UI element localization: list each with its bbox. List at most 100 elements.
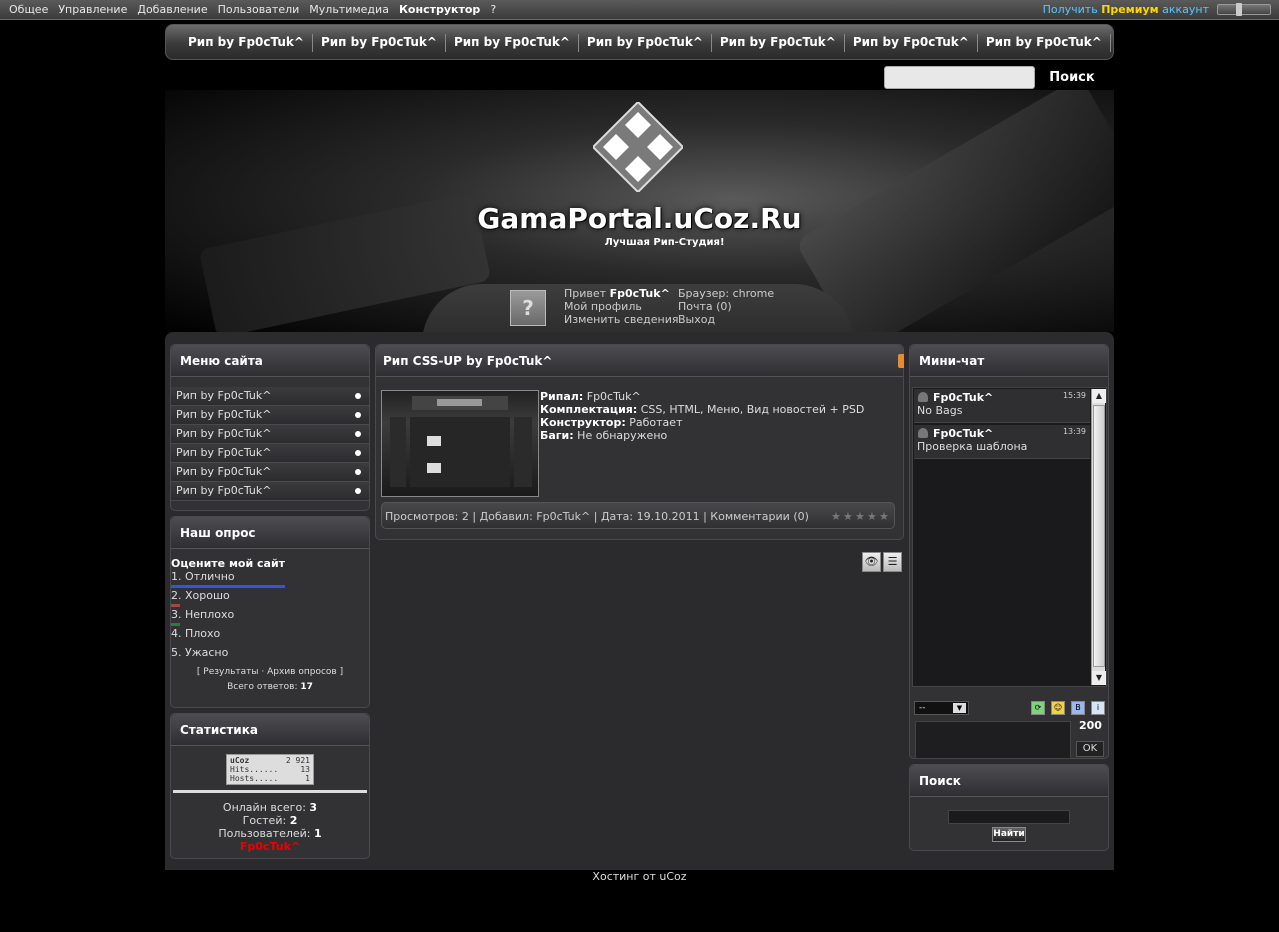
poll-archive-link[interactable]: Архив опросов (267, 667, 337, 677)
article-title[interactable]: Рип CSS-UP by Fp0cTuk^ (376, 345, 903, 377)
scroll-thumb[interactable] (1093, 405, 1105, 667)
star-icon[interactable]: ★ (831, 511, 841, 522)
list-icon[interactable]: ☰ (883, 552, 902, 572)
builder-label: Конструктор: (540, 416, 626, 429)
avatar[interactable]: ? (510, 290, 546, 326)
article-edit-icon[interactable] (898, 354, 904, 368)
chat-scrollbar[interactable]: ▲ ▼ (1091, 389, 1106, 685)
site-slogan: Лучшая Рип-Студия! (604, 237, 725, 248)
refresh-icon[interactable]: ⟳ (1031, 701, 1045, 715)
topnav-item-7[interactable]: Рип by Fp0cTuk^ (978, 34, 1111, 52)
counter-hosts: 1 (305, 774, 310, 783)
site-menu-item[interactable]: Рип by Fp0cTuk^ (171, 482, 369, 501)
chat-send-button[interactable]: OK (1076, 741, 1104, 757)
kit-value: CSS, HTML, Меню, Вид новостей + PSD (640, 403, 865, 416)
search-block: Поиск Найти (909, 764, 1109, 851)
poll-option-label: 5. Ужасно (171, 646, 229, 659)
online-value: 3 (309, 801, 318, 814)
admin-menu-multimedia[interactable]: Мультимедиа (304, 3, 394, 16)
top-search-input[interactable] (884, 66, 1035, 89)
article-info: Рипал: Fp0cTuk^ Комплектация: CSS, HTML,… (540, 390, 864, 442)
online-label: Онлайн всего: (222, 801, 306, 814)
chat-message: Fp0cTuk^ 15:39 No Bags (914, 389, 1090, 423)
eye-icon[interactable]: 👁 (862, 552, 881, 572)
online-stats: Онлайн всего: 3 Гостей: 2 Пользователей:… (171, 801, 369, 853)
online-user-link[interactable]: Fp0cTuk^ (171, 840, 369, 853)
footer-hosting[interactable]: Хостинг от uCoz (165, 870, 1114, 884)
premium-bold: Премиум (1101, 3, 1159, 16)
star-icon[interactable]: ★ (843, 511, 853, 522)
poll-total-label: Всего ответов: (227, 682, 298, 692)
topnav-item-3[interactable]: Рип by Fp0cTuk^ (446, 34, 579, 52)
topnav-item-5[interactable]: Рип by Fp0cTuk^ (712, 34, 845, 52)
admin-menu-constructor[interactable]: Конструктор (394, 3, 485, 16)
mail-link[interactable]: Почта (0) (678, 300, 774, 313)
chat-author[interactable]: Fp0cTuk^ (917, 391, 1087, 404)
poll-total-value: 17 (300, 682, 313, 692)
admin-menu-users[interactable]: Пользователи (213, 3, 305, 16)
opacity-slider[interactable] (1217, 3, 1271, 16)
edit-profile-link[interactable]: Изменить сведения (564, 313, 679, 326)
topnav-item-1[interactable]: Рип by Fp0cTuk^ (180, 34, 313, 52)
user-links-right: Браузер: chrome Почта (0) Выход (678, 287, 774, 326)
slider-handle[interactable] (1236, 3, 1242, 16)
profile-link[interactable]: Мой профиль (564, 300, 679, 313)
chat-author[interactable]: Fp0cTuk^ (917, 427, 1087, 440)
site-menu-item[interactable]: Рип by Fp0cTuk^ (171, 406, 369, 425)
chat-message: Fp0cTuk^ 13:39 Проверка шаблона (914, 425, 1090, 459)
article-thumbnail[interactable] (381, 390, 539, 497)
poll-title: Наш опрос (171, 517, 369, 549)
main-content: Меню сайта Рип by Fp0cTuk^ Рип by Fp0cTu… (165, 332, 1114, 870)
minichat-block: Мини-чат Fp0cTuk^ 15:39 No Bags Fp0cTuk^… (909, 344, 1109, 759)
top-search-button[interactable]: Поиск (1041, 67, 1103, 89)
scroll-down-icon[interactable]: ▼ (1092, 671, 1106, 685)
admin-menu-help[interactable]: ? (485, 3, 501, 16)
poll-links: [ Результаты · Архив опросов ] (171, 667, 369, 677)
premium-link[interactable]: Получить Премиум аккаунт (1043, 3, 1209, 16)
username[interactable]: Fp0cTuk^ (610, 287, 670, 300)
site-menu-block: Меню сайта Рип by Fp0cTuk^ Рип by Fp0cTu… (170, 344, 370, 511)
poll-option: 2. Хорошо (171, 589, 369, 608)
info-icon[interactable]: i (1091, 701, 1105, 715)
poll-block: Наш опрос Оцените мой сайт 1. Отлично 2.… (170, 516, 370, 708)
topnav-item-4[interactable]: Рип by Fp0cTuk^ (579, 34, 712, 52)
site-menu-title: Меню сайта (171, 345, 369, 377)
search-input[interactable] (948, 810, 1070, 824)
bbcode-icon[interactable]: B (1071, 701, 1085, 715)
chat-select[interactable]: -- (914, 701, 969, 715)
poll-bar (171, 604, 180, 607)
chat-text: No Bags (917, 404, 963, 417)
admin-menu-general[interactable]: Общее (4, 3, 53, 16)
star-icon[interactable]: ★ (855, 511, 865, 522)
site-menu-item[interactable]: Рип by Fp0cTuk^ (171, 425, 369, 444)
counter-hits: 13 (300, 765, 310, 774)
poll-bracket-close: ] (339, 667, 344, 677)
admin-menu-add[interactable]: Добавление (132, 3, 212, 16)
topnav-item-2[interactable]: Рип by Fp0cTuk^ (313, 34, 446, 52)
poll-results-link[interactable]: Результаты (203, 667, 258, 677)
admin-menu-manage[interactable]: Управление (53, 3, 132, 16)
star-icon[interactable]: ★ (867, 511, 877, 522)
scroll-up-icon[interactable]: ▲ (1092, 389, 1106, 403)
site-menu-item[interactable]: Рип by Fp0cTuk^ (171, 463, 369, 482)
smile-icon[interactable]: ☺ (1051, 701, 1065, 715)
logout-link[interactable]: Выход (678, 313, 774, 326)
site-menu-item[interactable]: Рип by Fp0cTuk^ (171, 387, 369, 406)
site-header: GamaPortal.uCoz.Ru Лучшая Рип-Студия! ? … (165, 90, 1114, 332)
chat-message-input[interactable] (915, 721, 1071, 759)
stats-title: Статистика (171, 714, 369, 746)
minichat-title: Мини-чат (910, 345, 1108, 377)
poll-bracket-open: [ (196, 667, 201, 677)
kit-label: Комплектация: (540, 403, 638, 416)
poll-total: Всего ответов: 17 (171, 682, 369, 692)
star-icon[interactable]: ★ (879, 511, 889, 522)
chat-toolbar: -- ⟳ ☺ B i (913, 701, 1109, 717)
ucoz-counter[interactable]: uCoz 2 921 Hits...... 13 Hosts..... 1 (226, 754, 314, 785)
search-button[interactable]: Найти (992, 827, 1026, 842)
topnav-item-6[interactable]: Рип by Fp0cTuk^ (845, 34, 978, 52)
site-menu-item[interactable]: Рип by Fp0cTuk^ (171, 444, 369, 463)
rating-stars[interactable]: ★ ★ ★ ★ ★ (831, 511, 889, 522)
poll-option-label: 2. Хорошо (171, 589, 230, 602)
poll-separator: · (261, 667, 265, 677)
ripper-label: Рипал: (540, 390, 584, 403)
